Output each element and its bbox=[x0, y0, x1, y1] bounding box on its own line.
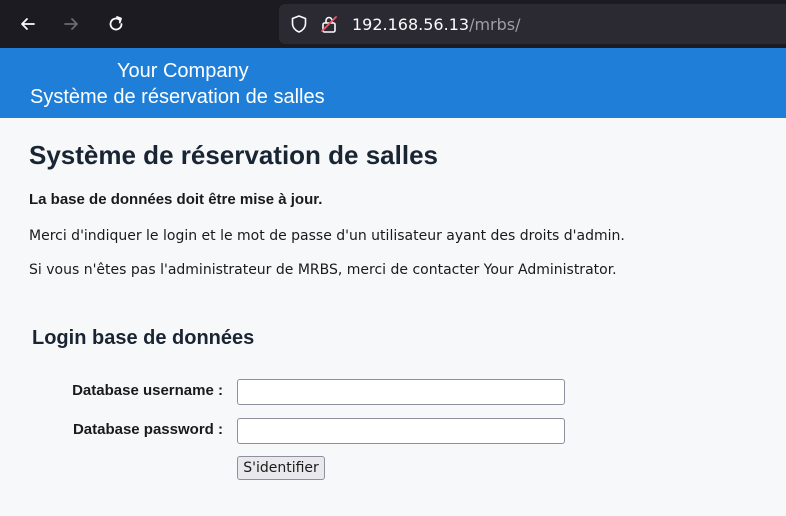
login-submit-button[interactable]: S'identifier bbox=[237, 456, 325, 480]
browser-toolbar: 192.168.56.13/mrbs/ bbox=[0, 0, 786, 48]
forward-button[interactable] bbox=[56, 9, 86, 39]
arrow-right-icon bbox=[64, 18, 78, 30]
reload-icon bbox=[109, 16, 123, 31]
reload-button[interactable] bbox=[101, 9, 131, 39]
page-title: Système de réservation de salles bbox=[29, 140, 439, 170]
database-password-input[interactable] bbox=[237, 418, 565, 444]
system-name-link[interactable]: Système de réservation de salles bbox=[30, 86, 325, 109]
database-username-input[interactable] bbox=[237, 379, 565, 405]
contact-note: Si vous n'êtes pas l'administrateur de M… bbox=[29, 262, 617, 278]
instructions-text: Merci d'indiquer le login et le mot de p… bbox=[29, 228, 625, 244]
company-name[interactable]: Your Company bbox=[117, 60, 249, 83]
lock-insecure-icon[interactable] bbox=[319, 14, 339, 34]
url-text[interactable]: 192.168.56.13/mrbs/ bbox=[352, 15, 521, 34]
login-heading: Login base de données bbox=[32, 327, 255, 349]
back-button[interactable] bbox=[13, 9, 43, 39]
upgrade-notice: La base de données doit être mise à jour… bbox=[29, 191, 323, 208]
shield-icon[interactable] bbox=[289, 14, 309, 34]
url-bar[interactable]: 192.168.56.13/mrbs/ bbox=[279, 4, 786, 44]
url-path: /mrbs/ bbox=[469, 15, 521, 34]
site-banner: Your Company Système de réservation de s… bbox=[0, 48, 786, 118]
password-label: Database password : bbox=[72, 421, 223, 438]
url-host: 192.168.56.13 bbox=[352, 15, 470, 34]
username-label: Database username : bbox=[72, 382, 223, 399]
arrow-left-icon bbox=[21, 18, 35, 30]
